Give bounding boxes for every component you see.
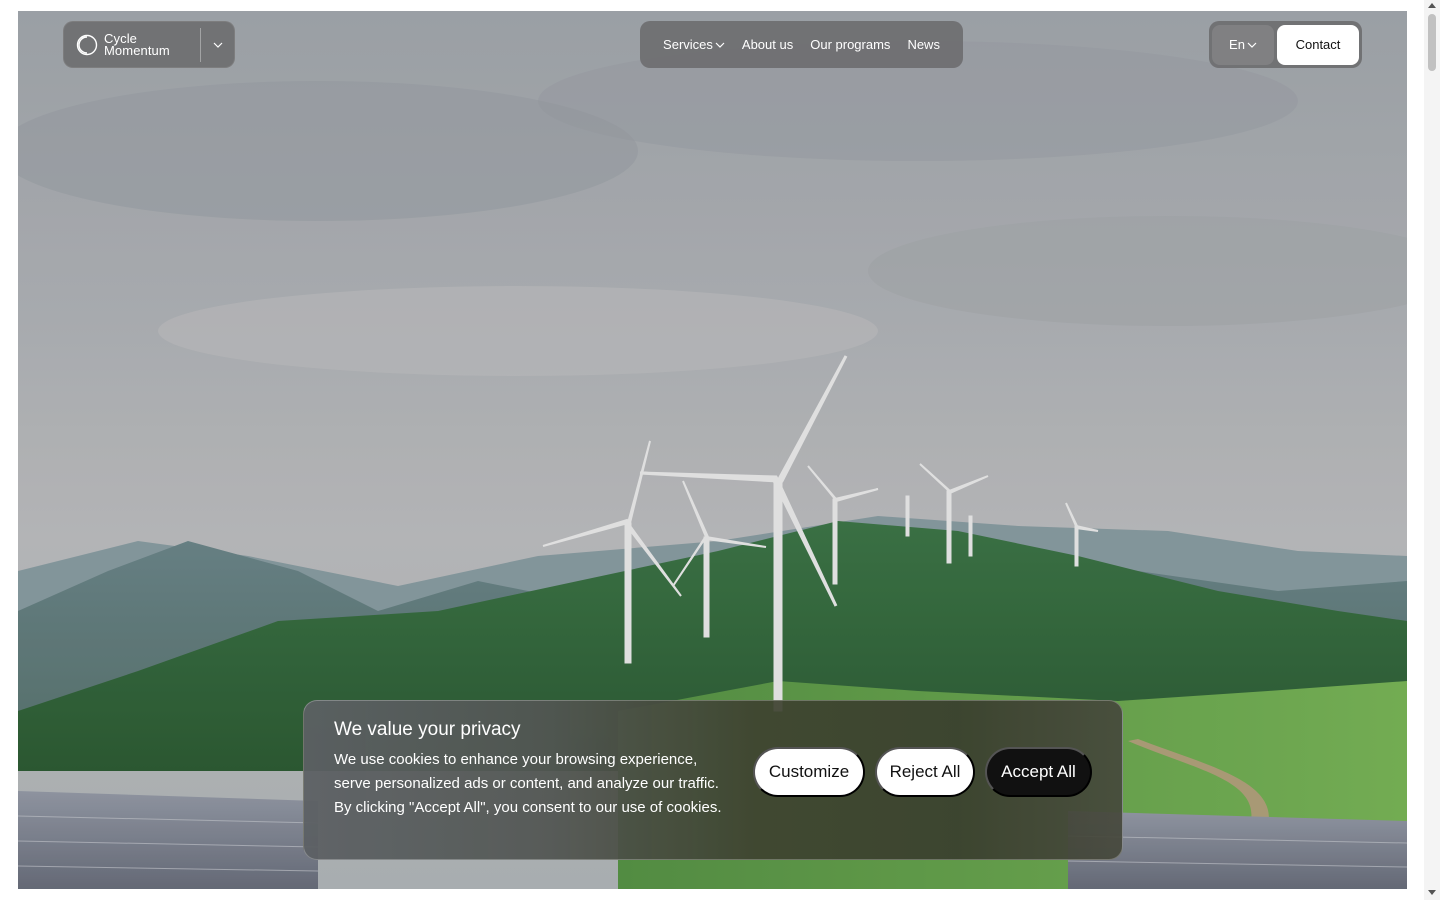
logo-link[interactable]: Cycle Momentum: [64, 22, 200, 67]
nav-item-label: Services: [663, 37, 713, 52]
page: Cycle Momentum Services About us Our pro…: [0, 0, 1440, 900]
cookie-banner-title: We value your privacy: [334, 719, 521, 740]
nav-item-services[interactable]: Services: [663, 37, 725, 52]
contact-button[interactable]: Contact: [1277, 24, 1359, 65]
main-nav: Services About us Our programs News: [640, 21, 963, 68]
nav-item-our-programs[interactable]: Our programs: [810, 37, 890, 52]
language-selector[interactable]: En: [1212, 24, 1274, 65]
customize-button[interactable]: Customize: [753, 747, 865, 797]
cookie-banner-text: We use cookies to enhance your browsing …: [334, 751, 722, 816]
cookie-banner: We value your privacy We use cookies to …: [303, 700, 1123, 860]
scrollbar-thumb[interactable]: [1428, 14, 1436, 71]
logo-mark-icon: [76, 34, 98, 55]
chevron-down-icon: [1247, 42, 1257, 48]
logo-wordmark: Cycle Momentum: [104, 32, 170, 58]
chevron-down-icon: [715, 42, 725, 48]
nav-item-news[interactable]: News: [907, 37, 940, 52]
header-actions: En Contact: [1209, 21, 1362, 68]
logo-line-2: Momentum: [104, 42, 170, 58]
chevron-down-icon: [213, 42, 222, 48]
language-label: En: [1229, 37, 1245, 52]
scroll-up-arrow-icon[interactable]: [1428, 3, 1436, 8]
logo-menu-toggle[interactable]: [201, 22, 234, 67]
cookie-banner-actions: Customize Reject All Accept All: [753, 747, 1092, 797]
page-scrollbar[interactable]: [1424, 0, 1440, 900]
reject-all-button[interactable]: Reject All: [875, 747, 975, 797]
accept-all-button[interactable]: Accept All: [985, 747, 1092, 797]
nav-item-about-us[interactable]: About us: [742, 37, 793, 52]
logo-group: Cycle Momentum: [63, 21, 235, 68]
scroll-down-arrow-icon[interactable]: [1428, 890, 1436, 895]
